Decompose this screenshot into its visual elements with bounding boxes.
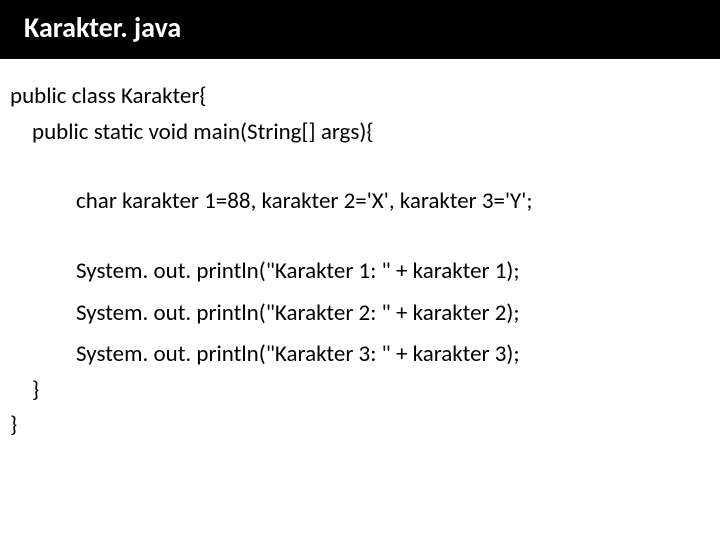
blank-line [10,150,710,184]
code-line: System. out. println("Karakter 3: " + ka… [10,337,710,373]
code-block: public class Karakter{ public static voi… [0,59,720,454]
code-line: System. out. println("Karakter 1: " + ka… [10,254,710,290]
code-line: public class Karakter{ [10,79,710,115]
code-line: } [10,408,710,444]
code-line: } [10,373,710,409]
slide-title-bar: Karakter. java [0,0,720,59]
code-line: public static void main(String[] args){ [10,115,710,151]
slide-title: Karakter. java [24,10,181,45]
blank-line [10,220,710,254]
code-line: System. out. println("Karakter 2: " + ka… [10,296,710,332]
code-line: char karakter 1=88, karakter 2='X', kara… [10,184,710,220]
